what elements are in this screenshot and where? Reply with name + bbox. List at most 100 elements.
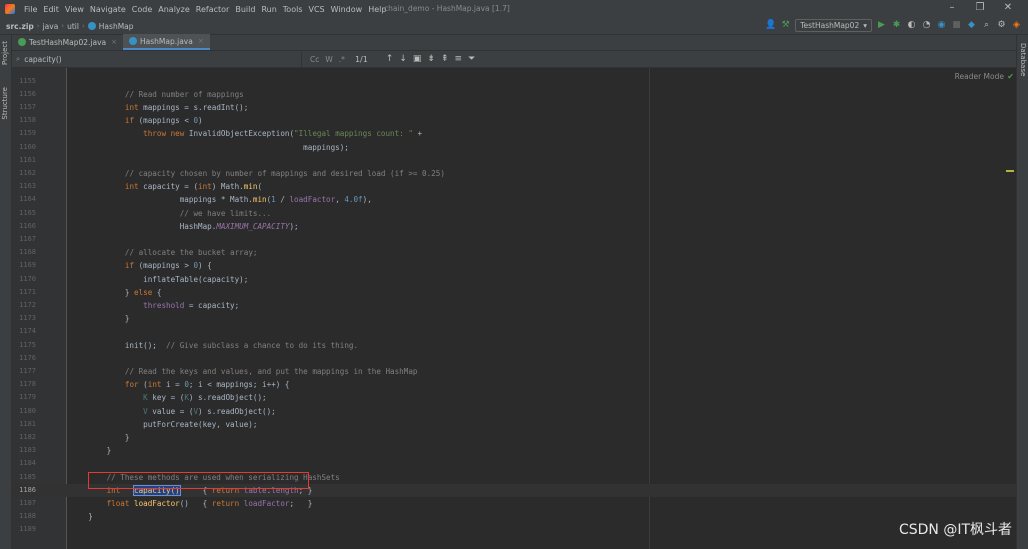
code-line[interactable]: 1178 for (int i = 0; i < mappings; i++) … (12, 378, 1016, 391)
update-icon[interactable]: ◉ (936, 20, 947, 31)
code-line[interactable]: 1187 float loadFactor() { return loadFac… (12, 497, 1016, 510)
code-editor[interactable]: 1155 1156 // Read number of mappings 1157 … (12, 68, 1016, 549)
close-icon[interactable]: × (111, 38, 117, 46)
run-icon[interactable]: ▶ (876, 20, 887, 31)
code-text[interactable]: // capacity chosen by number of mappings… (70, 167, 445, 180)
code-line[interactable]: 1186 int capacity() { return table.lengt… (12, 483, 1016, 497)
menu-window[interactable]: Window (328, 5, 366, 14)
tab-testhashmap02[interactable]: TestHashMap02.java × (12, 34, 123, 50)
code-text[interactable]: V value = (V) s.readObject(); (70, 405, 276, 418)
plugin-icon[interactable]: ◆ (966, 20, 977, 31)
code-line[interactable]: 1160 mappings); (12, 141, 1016, 154)
code-text[interactable]: } (70, 312, 130, 325)
code-text[interactable]: init(); // Give subclass a chance to do … (70, 339, 358, 352)
code-line[interactable]: 1177 // Read the keys and values, and pu… (12, 365, 1016, 378)
regex-toggle[interactable]: .* (339, 55, 345, 64)
arrow-down-icon[interactable]: ↓ (399, 54, 407, 64)
hammer-build-icon[interactable]: ⚒ (780, 20, 791, 31)
menu-view[interactable]: View (62, 5, 87, 14)
code-line[interactable]: 1172 threshold = capacity; (12, 299, 1016, 312)
code-line[interactable]: 1189 (12, 523, 1016, 536)
user-icon[interactable]: 👤 (765, 20, 776, 31)
breadcrumb-hashmap[interactable]: HashMap (99, 22, 134, 31)
code-line[interactable]: 1181 putForCreate(key, value); (12, 418, 1016, 431)
code-text[interactable]: float loadFactor() { return loadFactor; … (70, 497, 313, 510)
reader-mode-label[interactable]: Reader Mode (955, 72, 1004, 81)
code-text[interactable]: } (70, 444, 112, 457)
match-case-toggle[interactable]: Cc (310, 55, 319, 64)
code-text[interactable]: } (70, 431, 130, 444)
debug-icon[interactable]: ✱ (891, 20, 902, 31)
code-line[interactable]: 1179 K key = (K) s.readObject(); (12, 391, 1016, 404)
code-text[interactable]: K key = (K) s.readObject(); (70, 391, 266, 404)
code-text[interactable]: mappings * Math.min(1 / loadFactor, 4.0f… (70, 193, 372, 206)
error-stripe-marker[interactable] (1006, 170, 1014, 172)
ide-logo-icon[interactable]: ◈ (1011, 20, 1022, 31)
code-line[interactable]: 1171 } else { (12, 286, 1016, 299)
code-line[interactable]: 1157 int mappings = s.readInt(); (12, 101, 1016, 114)
code-text[interactable]: // we have limits... (70, 207, 271, 220)
code-line[interactable]: 1180 V value = (V) s.readObject(); (12, 405, 1016, 418)
code-line[interactable]: 1161 (12, 154, 1016, 167)
code-text[interactable]: // Read number of mappings (70, 88, 244, 101)
code-text[interactable]: int mappings = s.readInt(); (70, 101, 248, 114)
breadcrumb-util[interactable]: util (67, 22, 79, 31)
coverage-icon[interactable]: ◐ (906, 20, 917, 31)
code-text[interactable]: HashMap.MAXIMUM_CAPACITY); (70, 220, 299, 233)
menu-code[interactable]: Code (129, 5, 155, 14)
code-line[interactable]: 1170 inflateTable(capacity); (12, 273, 1016, 286)
menu-analyze[interactable]: Analyze (155, 5, 193, 14)
code-line[interactable]: 1163 int capacity = (int) Math.min( (12, 180, 1016, 193)
code-line[interactable]: 1168 // allocate the bucket array; (12, 246, 1016, 259)
code-text[interactable]: throw new InvalidObjectException("Illega… (70, 127, 422, 140)
code-text[interactable]: inflateTable(capacity); (70, 273, 248, 286)
code-line[interactable]: 1188 } (12, 510, 1016, 523)
code-text[interactable]: threshold = capacity; (70, 299, 239, 312)
code-line[interactable]: 1169 if (mappings > 0) { (12, 259, 1016, 272)
code-text[interactable]: putForCreate(key, value); (70, 418, 257, 431)
search-icon[interactable]: ⌕ (981, 20, 992, 31)
code-line[interactable]: 1166 HashMap.MAXIMUM_CAPACITY); (12, 220, 1016, 233)
arrow-up-icon[interactable]: ↑ (386, 54, 394, 64)
breadcrumb-java[interactable]: java (43, 22, 59, 31)
code-text[interactable]: int capacity = (int) Math.min( (70, 180, 262, 193)
code-line[interactable]: 1165 // we have limits... (12, 207, 1016, 220)
project-tool-tab[interactable]: Project (1, 41, 9, 65)
menu-refactor[interactable]: Refactor (193, 5, 233, 14)
filter-icon[interactable]: ⏷ (468, 54, 475, 64)
menu-edit[interactable]: Edit (40, 5, 62, 14)
breadcrumb-src-zip[interactable]: src.zip (6, 22, 34, 31)
code-text[interactable]: // Read the keys and values, and put the… (70, 365, 418, 378)
menu-navigate[interactable]: Navigate (87, 5, 129, 14)
code-line[interactable]: 1164 mappings * Math.min(1 / loadFactor,… (12, 193, 1016, 206)
menu-run[interactable]: Run (258, 5, 279, 14)
words-toggle[interactable]: W (325, 55, 332, 64)
code-line[interactable]: 1185 // These methods are used when seri… (12, 471, 1016, 484)
code-line[interactable]: 1159 throw new InvalidObjectException("I… (12, 127, 1016, 140)
restore-icon[interactable]: ❐ (966, 2, 994, 13)
code-text[interactable]: mappings); (70, 141, 349, 154)
code-line[interactable]: 1176 (12, 352, 1016, 365)
code-text[interactable]: int capacity() { return table.length; } (70, 484, 312, 497)
check-icon[interactable]: ✔ (1007, 72, 1014, 81)
code-text[interactable]: } (70, 510, 93, 523)
database-tool-tab[interactable]: Database (1019, 43, 1027, 76)
menu-vcs[interactable]: VCS (306, 5, 328, 14)
code-line[interactable]: 1182 } (12, 431, 1016, 444)
find-input[interactable]: ⌕ capacity() (12, 51, 302, 67)
structure-tool-tab[interactable]: Structure (1, 87, 9, 120)
code-line[interactable]: 1173 } (12, 312, 1016, 325)
remove-occurrence-icon[interactable]: ⇞ (441, 54, 449, 64)
menu-tools[interactable]: Tools (280, 5, 306, 14)
menu-file[interactable]: File (21, 5, 40, 14)
code-line[interactable]: 1167 (12, 233, 1016, 246)
code-line[interactable]: 1155 (12, 75, 1016, 88)
code-text[interactable]: for (int i = 0; i < mappings; i++) { (70, 378, 290, 391)
code-text[interactable]: // These methods are used when serializi… (70, 471, 340, 484)
code-line[interactable]: 1183 } (12, 444, 1016, 457)
code-line[interactable]: 1174 (12, 325, 1016, 338)
minimize-icon[interactable]: – (938, 2, 966, 13)
code-line[interactable]: 1184 (12, 457, 1016, 470)
close-icon[interactable]: × (198, 37, 204, 45)
menu-build[interactable]: Build (232, 5, 258, 14)
